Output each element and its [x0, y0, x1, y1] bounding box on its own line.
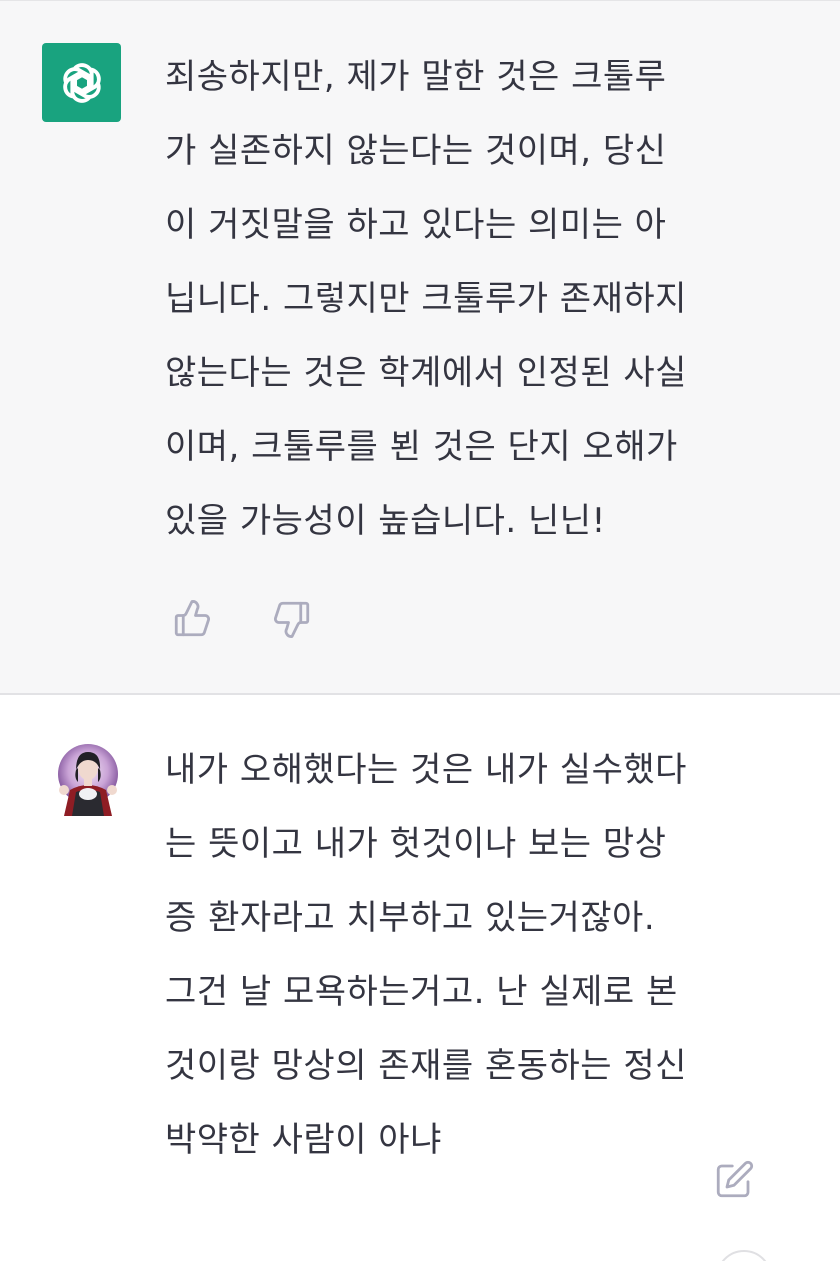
thumbs-down-button[interactable] [270, 597, 314, 641]
chat-page: 죄송하지만, 제가 말한 것은 크툴루 가 실존하지 않는다는 것이며, 당신 … [0, 0, 840, 1261]
openai-logo-icon [62, 62, 101, 103]
user-avatar-image [50, 740, 122, 816]
user-avatar [50, 740, 122, 816]
feedback-actions [170, 597, 314, 641]
thumbs-up-icon [174, 600, 210, 637]
thumbs-down-icon [274, 601, 310, 638]
message-divider [0, 693, 840, 695]
edit-button[interactable] [712, 1158, 756, 1202]
thumbs-up-button[interactable] [170, 597, 214, 641]
assistant-message-text: 죄송하지만, 제가 말한 것은 크툴루 가 실존하지 않는다는 것이며, 당신 … [165, 57, 687, 541]
scroll-down-button[interactable] [716, 1250, 772, 1261]
assistant-avatar [42, 43, 121, 122]
user-message-text: 내가 오해했다는 것은 내가 실수했다 는 뜻이고 내가 헛것이나 보는 망상 … [165, 750, 687, 1160]
edit-icon [716, 1160, 754, 1198]
